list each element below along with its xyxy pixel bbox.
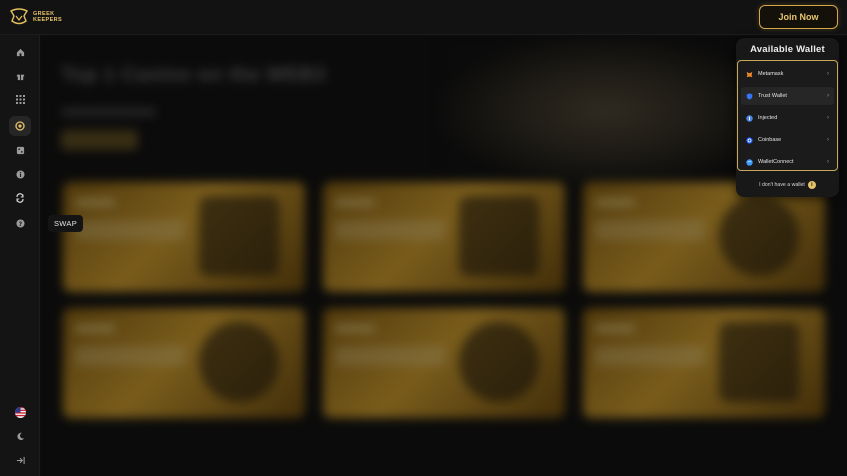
wallet-option-label: Metamask (758, 71, 784, 77)
swap-icon[interactable] (13, 191, 27, 205)
top-bar: GREEK KEEPERS Join Now (0, 0, 847, 35)
sidebar: ? (0, 35, 40, 476)
brand-name: GREEK KEEPERS (33, 11, 62, 23)
chevron-right-icon: › (827, 159, 829, 165)
chevron-right-icon: › (827, 115, 829, 121)
hero-title: Top 1 Casino on the WEB3 (61, 64, 326, 86)
info-icon: i (807, 181, 816, 189)
info-icon[interactable] (13, 167, 27, 181)
wallet-option-injected[interactable]: Injected › (741, 109, 834, 127)
us-flag-icon[interactable] (13, 405, 27, 419)
chevron-right-icon: › (827, 93, 829, 99)
dice-icon[interactable] (13, 143, 27, 157)
hero-button (61, 130, 138, 150)
wallet-panel-title: Available Wallet (750, 44, 825, 55)
home-icon[interactable] (13, 45, 27, 59)
no-wallet-link[interactable]: I don't have a wallet i (736, 181, 839, 189)
game-card (63, 182, 305, 292)
wallet-option-trust-wallet[interactable]: Trust Wallet › (741, 87, 834, 105)
wallet-option-label: Trust Wallet (758, 93, 787, 99)
coinbase-icon (746, 136, 753, 144)
hero-artwork (441, 36, 741, 186)
wallet-option-label: Coinbase (758, 137, 782, 143)
chevron-right-icon: › (827, 137, 829, 143)
game-card (63, 308, 305, 418)
logout-icon[interactable] (13, 453, 27, 467)
wallet-option-label: WalletConnect (758, 159, 794, 165)
game-card (323, 182, 565, 292)
wallet-option-label: Injected (758, 115, 778, 121)
help-icon[interactable]: ? (13, 216, 27, 230)
walletconnect-icon (746, 158, 753, 166)
casino-chip-icon[interactable] (9, 116, 31, 136)
gift-icon[interactable] (13, 69, 27, 83)
wallet-option-walletconnect[interactable]: WalletConnect › (741, 153, 834, 171)
metamask-icon (746, 71, 753, 78)
injected-icon (746, 114, 753, 122)
grid-icon[interactable] (13, 92, 27, 106)
game-card (583, 308, 825, 418)
no-wallet-text: I don't have a wallet (759, 182, 805, 188)
join-now-button[interactable]: Join Now (759, 5, 838, 29)
wallet-list: Metamask › Trust Wallet › Injected › Coi… (737, 60, 838, 171)
blurred-background: Top 1 Casino on the WEB3 (41, 36, 847, 476)
wallet-option-metamask[interactable]: Metamask › (741, 65, 834, 83)
moon-icon[interactable] (13, 429, 27, 443)
brand-logo[interactable]: GREEK KEEPERS (9, 8, 62, 26)
wallet-option-coinbase[interactable]: Coinbase › (741, 131, 834, 149)
game-card (323, 308, 565, 418)
hero-subtitle (61, 108, 156, 116)
helmet-logo-icon (9, 8, 29, 25)
trust-wallet-icon (746, 92, 753, 100)
game-card (583, 182, 825, 292)
swap-tooltip: SWAP (48, 215, 84, 232)
chevron-right-icon: › (827, 71, 829, 77)
available-wallet-panel: Available Wallet Metamask › Trust Wallet… (736, 38, 839, 197)
brand-name-line2: KEEPERS (33, 17, 63, 23)
main-content: Top 1 Casino on the WEB3 (41, 36, 847, 476)
